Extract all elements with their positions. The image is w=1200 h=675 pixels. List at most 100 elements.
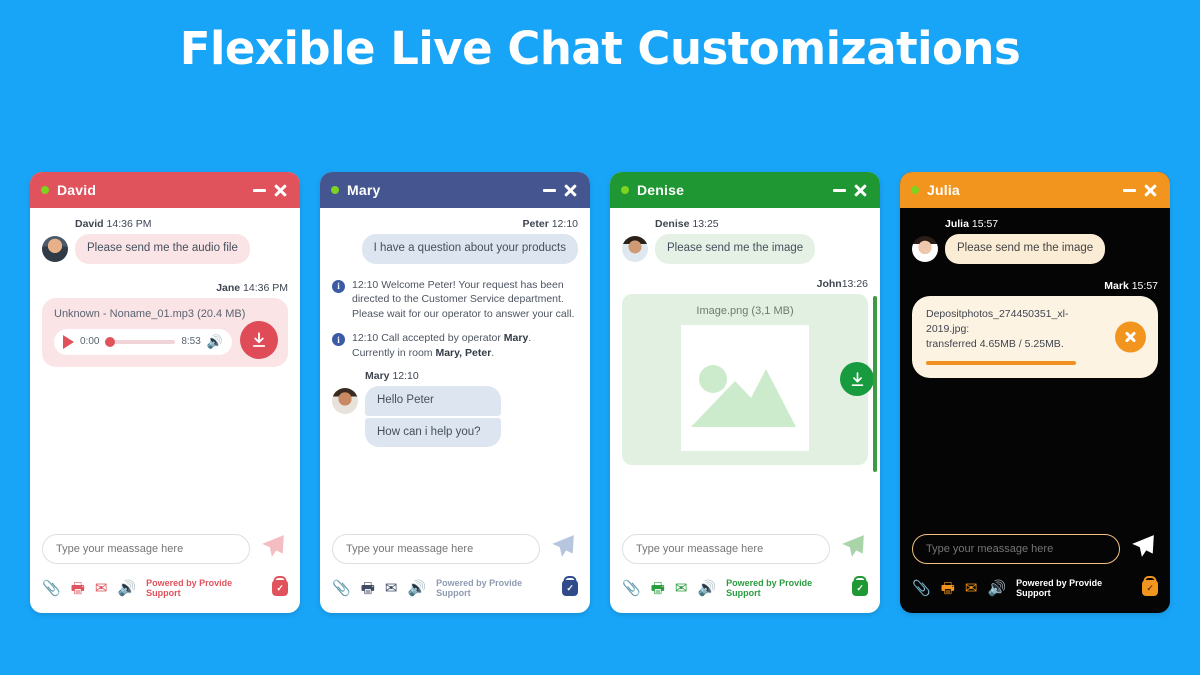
powered-by-label: Powered by Provide Support — [726, 578, 813, 598]
incoming-sender: Peter — [522, 218, 549, 230]
message-sender: David — [75, 218, 104, 230]
chat-panel-david[interactable]: David David 14:36 PM Please send me the … — [30, 172, 300, 613]
speaker-icon[interactable]: 🔊 — [987, 581, 1006, 596]
printer-icon[interactable]: 🖶 — [361, 581, 375, 596]
image-placeholder-mountain2-icon — [736, 368, 796, 427]
speaker-icon[interactable]: 🔊 — [407, 581, 426, 596]
speaker-icon[interactable]: 🔊 — [697, 581, 716, 596]
printer-icon[interactable]: 🖶 — [651, 581, 665, 596]
page-title: Flexible Live Chat Customizations — [179, 22, 1021, 75]
printer-icon[interactable]: 🖶 — [941, 581, 955, 596]
transfer-time: 15:57 — [1131, 279, 1158, 292]
operator-bubble-stack: Hello Peter How can i help you? — [365, 386, 501, 448]
download-icon — [252, 331, 266, 347]
message-row: Please send me the audio file — [42, 234, 288, 264]
paperclip-icon[interactable]: 📎 — [332, 581, 351, 596]
outgoing-time: 14:36 PM — [243, 281, 288, 294]
download-icon — [851, 371, 863, 386]
message-time: 13:25 — [692, 218, 719, 230]
panel-footer-denise: 📎 🖶 ✉ 🔊 Powered by Provide Support ✓ — [610, 525, 880, 613]
send-plane-icon — [552, 535, 574, 557]
close-icon[interactable] — [1143, 183, 1158, 198]
close-icon[interactable] — [273, 183, 288, 198]
envelope-icon[interactable]: ✉ — [965, 581, 978, 596]
close-icon[interactable] — [853, 183, 868, 198]
minimize-icon[interactable] — [543, 188, 556, 192]
system-message: i 12:10 Call accepted by operator Mary. C… — [332, 331, 578, 361]
info-icon: i — [332, 333, 345, 347]
panel-footer-mary: 📎 🖶 ✉ 🔊 Powered by Provide Support ✓ — [320, 525, 590, 613]
avatar — [332, 388, 358, 415]
download-button[interactable] — [240, 320, 278, 359]
message-meta: Julia 15:57 — [912, 218, 1158, 230]
chat-panel-denise[interactable]: Denise Denise 13:25 Please send me the i… — [610, 172, 880, 613]
powered-by-label: Powered by Provide Support — [436, 578, 523, 598]
paperclip-icon[interactable]: 📎 — [912, 581, 931, 596]
send-plane-icon — [262, 535, 284, 557]
transfer-file-line-2: transferred 4.65MB / 5.25MB. — [926, 337, 1064, 350]
lock-check-icon: ✓ — [852, 580, 868, 596]
lock-check-icon: ✓ — [272, 580, 288, 596]
speaker-icon[interactable]: 🔊 — [117, 581, 136, 596]
panel-title: Julia — [927, 182, 960, 198]
message-input[interactable] — [912, 533, 1120, 564]
transfer-progress-fill — [926, 361, 1076, 366]
envelope-icon[interactable]: ✉ — [675, 581, 688, 596]
download-button[interactable] — [840, 362, 874, 397]
audio-file-name: Unknown - Noname_01.mp3 (20.4 MB) — [54, 307, 246, 320]
volume-icon[interactable]: 🔊 — [207, 335, 223, 348]
send-plane-icon — [1132, 535, 1154, 557]
incoming-meta: Peter 12:10 — [332, 218, 578, 230]
play-icon[interactable] — [63, 334, 74, 349]
audio-message-card[interactable]: Unknown - Noname_01.mp3 (20.4 MB) 0:00 8… — [42, 297, 288, 367]
system-message-text: 12:10 Welcome Peter! Your request has be… — [352, 278, 575, 321]
audio-player[interactable]: 0:00 8:53 🔊 — [54, 328, 232, 355]
system-message: i 12:10 Welcome Peter! Your request has … — [332, 278, 578, 323]
avatar — [42, 236, 68, 262]
send-button[interactable] — [1128, 533, 1158, 564]
online-status-dot — [331, 186, 339, 194]
avatar — [622, 236, 648, 262]
message-bubble: Please send me the audio file — [75, 234, 250, 264]
message-input[interactable] — [42, 533, 250, 564]
paperclip-icon[interactable]: 📎 — [42, 581, 61, 596]
audio-total-time: 8:53 — [181, 336, 201, 348]
audio-seek-handle[interactable] — [105, 336, 116, 347]
envelope-icon[interactable]: ✉ — [385, 581, 398, 596]
audio-seek-slider[interactable] — [105, 336, 176, 347]
chat-panel-mary[interactable]: Mary Peter 12:10 I have a question about… — [320, 172, 590, 613]
transfer-file-line-1: Depositphotos_274450351_xl-2019.jpg: — [926, 307, 1069, 335]
transfer-file-name: Depositphotos_274450351_xl-2019.jpg: tra… — [926, 307, 1076, 353]
powered-by-label: Powered by Provide Support — [1016, 578, 1103, 598]
send-button[interactable] — [838, 533, 868, 564]
image-message-card[interactable]: Image.png (3,1 MB) — [622, 293, 874, 465]
send-button[interactable] — [548, 533, 578, 564]
minimize-icon[interactable] — [1123, 188, 1136, 192]
image-file-name: Image.png (3,1 MB) — [696, 304, 794, 317]
outgoing-meta: Jane 14:36 PM — [42, 282, 288, 294]
minimize-icon[interactable] — [253, 188, 266, 192]
file-transfer-card[interactable]: Depositphotos_274450351_xl-2019.jpg: tra… — [912, 295, 1158, 379]
paperclip-icon[interactable]: 📎 — [622, 581, 641, 596]
minimize-icon[interactable] — [833, 188, 846, 192]
message-input[interactable] — [332, 533, 540, 564]
message-meta: David 14:36 PM — [42, 218, 288, 230]
operator-sender: Mary — [365, 370, 390, 383]
envelope-icon[interactable]: ✉ — [95, 581, 108, 596]
message-bubble: Please send me the image — [655, 234, 816, 264]
image-thumbnail[interactable] — [681, 324, 809, 451]
outgoing-time: 13:26 — [841, 277, 868, 290]
panel-title: Mary — [347, 182, 381, 198]
message-bubble: Hello Peter — [365, 386, 501, 416]
message-meta: Denise 13:25 — [622, 218, 868, 230]
transfer-progress-bar — [926, 361, 1096, 366]
operator-row: Hello Peter How can i help you? — [332, 386, 578, 448]
close-icon[interactable] — [563, 183, 578, 198]
operator-time: 12:10 — [392, 370, 419, 383]
chat-panel-julia[interactable]: Julia Julia 15:57 Please send me the ima… — [900, 172, 1170, 613]
send-button[interactable] — [258, 533, 288, 564]
cancel-transfer-button[interactable] — [1115, 321, 1146, 353]
message-list-scrollbar[interactable] — [873, 296, 877, 472]
printer-icon[interactable]: 🖶 — [71, 581, 85, 596]
message-input[interactable] — [622, 533, 830, 564]
